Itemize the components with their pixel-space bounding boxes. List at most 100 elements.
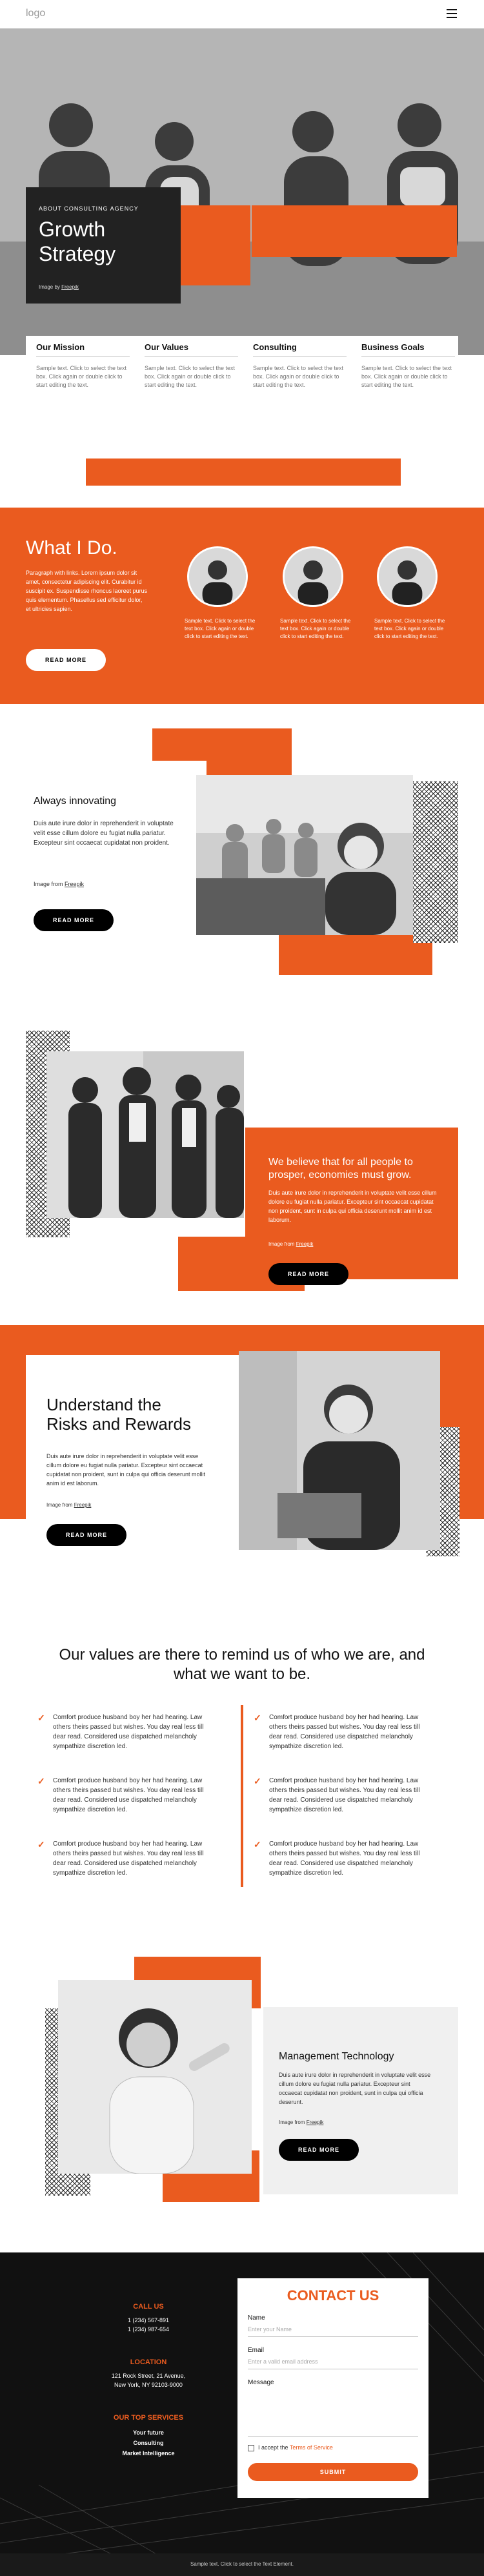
person-avatar bbox=[187, 546, 248, 607]
feature-text: Sample text. Click to select the text bo… bbox=[361, 365, 452, 388]
message-textarea[interactable] bbox=[248, 2389, 418, 2436]
risks-read-more-button[interactable]: READ MORE bbox=[46, 1524, 126, 1546]
hero-title-line-1: Growth bbox=[39, 218, 106, 241]
feature-title: Our Values bbox=[145, 342, 238, 356]
feature-card: Our Mission Sample text. Click to select… bbox=[36, 342, 130, 389]
risks-credit-prefix: Image from bbox=[46, 1502, 74, 1508]
services-title: OUR TOP SERVICES bbox=[113, 2414, 184, 2422]
management-read-more-button[interactable]: READ MORE bbox=[279, 2139, 359, 2161]
site-header: logo bbox=[0, 0, 484, 28]
risks-title-line-1: Understand the bbox=[46, 1395, 161, 1414]
value-item-text: Comfort produce husband boy her had hear… bbox=[53, 1777, 204, 1813]
submit-button[interactable]: SUBMIT bbox=[248, 2463, 418, 2481]
message-label: Message bbox=[248, 2379, 274, 2386]
service-item[interactable]: Your future bbox=[97, 2429, 200, 2436]
innovating-office-photo bbox=[196, 775, 413, 935]
person-avatar bbox=[377, 546, 438, 607]
innovating-credit-prefix: Image from bbox=[34, 881, 65, 887]
believe-credit-link[interactable]: Freepik bbox=[296, 1241, 314, 1247]
accept-terms: I accept the Terms of Service bbox=[258, 2444, 333, 2451]
believe-team-photo bbox=[46, 1051, 244, 1218]
check-icon: ✓ bbox=[37, 1776, 45, 1786]
feature-card: Our Values Sample text. Click to select … bbox=[145, 342, 238, 389]
person-text: Sample text. Click to select the text bo… bbox=[280, 618, 351, 639]
value-item-text: Comfort produce husband boy her had hear… bbox=[269, 1714, 420, 1750]
hero-credit-link[interactable]: Freepik bbox=[61, 284, 79, 290]
check-icon: ✓ bbox=[37, 1713, 45, 1723]
hero-title: Growth Strategy bbox=[39, 217, 116, 266]
email-input[interactable]: Enter a valid email address bbox=[248, 2358, 418, 2369]
feature-title: Our Mission bbox=[36, 342, 130, 356]
service-item[interactable]: Market Intelligence bbox=[97, 2450, 200, 2457]
features-accent-bar bbox=[86, 459, 401, 486]
hamburger-icon[interactable] bbox=[447, 9, 457, 18]
innovating-read-more-button[interactable]: READ MORE bbox=[34, 909, 114, 931]
phone-1[interactable]: 1 (234) 567-891 bbox=[110, 2317, 187, 2324]
risks-text: Duis aute irure dolor in reprehenderit i… bbox=[46, 1453, 205, 1487]
accept-label: I accept the bbox=[258, 2444, 290, 2451]
believe-text: Duis aute irure dolor in reprehenderit i… bbox=[268, 1190, 437, 1223]
check-icon: ✓ bbox=[254, 1839, 261, 1850]
hero-eyebrow: ABOUT CONSULTING AGENCY bbox=[39, 205, 139, 212]
footer-bottom-note: Sample text. Click to select the Text El… bbox=[190, 2561, 294, 2567]
feature-text: Sample text. Click to select the text bo… bbox=[253, 365, 344, 388]
person-text: Sample text. Click to select the text bo… bbox=[185, 618, 256, 639]
risks-credit-link[interactable]: Freepik bbox=[74, 1502, 92, 1508]
location-title: LOCATION bbox=[130, 2358, 167, 2366]
what-i-do-read-more-button[interactable]: READ MORE bbox=[26, 649, 106, 671]
what-i-do-title: What I Do. bbox=[26, 537, 117, 559]
contact-form: CONTACT US Name Enter your Name Email En… bbox=[237, 2278, 429, 2498]
risks-credit: Image from Freepik bbox=[46, 1502, 91, 1508]
believe-read-more-button[interactable]: READ MORE bbox=[268, 1263, 348, 1285]
values-divider bbox=[241, 1705, 243, 1887]
innovating-hatch-pattern bbox=[413, 781, 458, 943]
management-woman-photo bbox=[58, 1980, 252, 2174]
management-credit-link[interactable]: Freepik bbox=[307, 2119, 324, 2125]
value-item-text: Comfort produce husband boy her had hear… bbox=[53, 1840, 204, 1877]
logo[interactable]: logo bbox=[26, 8, 45, 19]
innovating-title: Always innovating bbox=[34, 796, 117, 807]
hero-credit-prefix: Image by bbox=[39, 284, 62, 290]
management-credit-prefix: Image from bbox=[279, 2119, 307, 2125]
person-text: Sample text. Click to select the text bo… bbox=[374, 618, 445, 639]
person-avatar bbox=[283, 546, 343, 607]
contact-title: CONTACT US bbox=[287, 2287, 379, 2303]
address-line-1: 121 Rock Street, 21 Avenue, bbox=[111, 2373, 186, 2379]
accept-checkbox[interactable] bbox=[248, 2445, 254, 2451]
values-title: Our values are there to remind us of who… bbox=[59, 1646, 425, 1683]
what-i-do-text: Paragraph with links. Lorem ipsum dolor … bbox=[26, 570, 148, 612]
management-text: Duis aute irure dolor in reprehenderit i… bbox=[279, 2072, 431, 2105]
value-item-text: Comfort produce husband boy her had hear… bbox=[269, 1777, 420, 1813]
risks-title: Understand the Risks and Rewards bbox=[46, 1395, 191, 1434]
check-icon: ✓ bbox=[37, 1839, 45, 1850]
name-label: Name bbox=[248, 2314, 265, 2322]
management-credit: Image from Freepik bbox=[279, 2119, 323, 2125]
call-us-title: CALL US bbox=[133, 2303, 164, 2311]
feature-title: Business Goals bbox=[361, 342, 455, 356]
hero-title-box: ABOUT CONSULTING AGENCY Growth Strategy … bbox=[26, 187, 181, 304]
phone-2[interactable]: 1 (234) 987-654 bbox=[110, 2326, 187, 2333]
name-underline bbox=[248, 2336, 418, 2337]
innovating-credit: Image from Freepik bbox=[34, 881, 84, 887]
service-item[interactable]: Consulting bbox=[97, 2440, 200, 2446]
innovating-credit-link[interactable]: Freepik bbox=[65, 881, 84, 887]
check-icon: ✓ bbox=[254, 1713, 261, 1723]
risks-man-laptop-photo bbox=[239, 1351, 440, 1550]
name-input[interactable]: Enter your Name bbox=[248, 2326, 418, 2336]
hero-credit: Image by Freepik bbox=[39, 284, 79, 290]
believe-title: We believe that for all people to prospe… bbox=[268, 1157, 413, 1180]
message-underline bbox=[248, 2436, 418, 2437]
feature-text: Sample text. Click to select the text bo… bbox=[36, 365, 127, 388]
innovating-accent-bottom bbox=[279, 930, 432, 975]
terms-link[interactable]: Terms of Service bbox=[290, 2444, 333, 2451]
value-item-text: Comfort produce husband boy her had hear… bbox=[53, 1714, 204, 1750]
feature-title: Consulting bbox=[253, 342, 347, 356]
believe-credit-prefix: Image from bbox=[268, 1241, 296, 1247]
page: { "header": {"logo": "logo", "menu_icon"… bbox=[0, 0, 484, 2576]
feature-text: Sample text. Click to select the text bo… bbox=[145, 365, 236, 388]
risks-title-line-2: Risks and Rewards bbox=[46, 1414, 191, 1434]
email-label: Email bbox=[248, 2347, 265, 2354]
address-line-2: New York, NY 92103-9000 bbox=[114, 2382, 183, 2388]
hero-accent-block-right bbox=[252, 205, 457, 257]
believe-credit: Image from Freepik bbox=[268, 1241, 313, 1247]
